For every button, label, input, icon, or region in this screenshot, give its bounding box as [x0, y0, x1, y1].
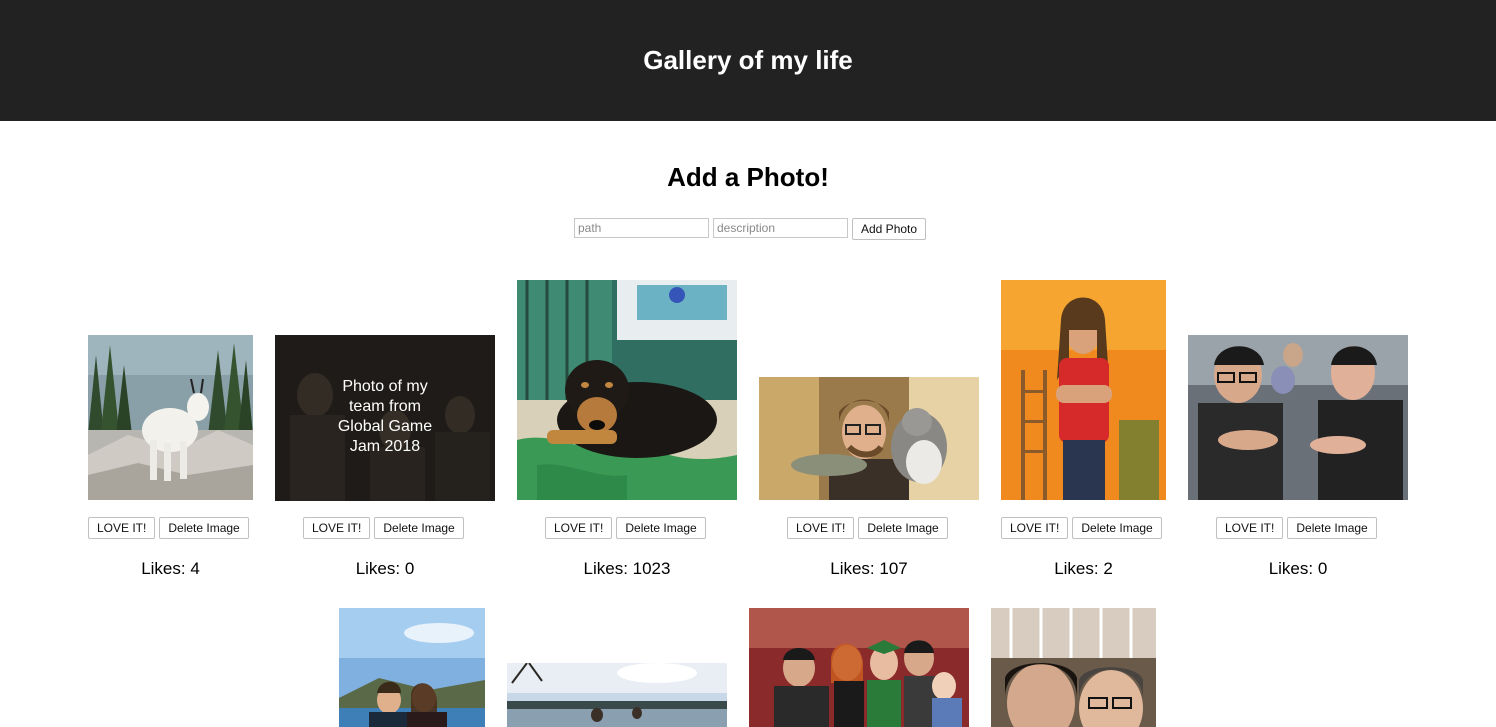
delete-button[interactable]: Delete Image [1287, 517, 1377, 539]
delete-button[interactable]: Delete Image [858, 517, 948, 539]
love-button[interactable]: LOVE IT! [88, 517, 156, 539]
love-button[interactable]: LOVE IT! [787, 517, 855, 539]
couple-lake-image [339, 608, 485, 727]
sunset-lake-image [507, 663, 727, 727]
photo-fish-and-cat [759, 377, 979, 500]
photo-two-men-hats [1188, 335, 1408, 500]
delete-button[interactable]: Delete Image [159, 517, 249, 539]
likes-count: Likes: 2 [1054, 559, 1113, 578]
likes-count: Likes: 0 [355, 559, 415, 578]
description-input[interactable] [713, 218, 848, 238]
photo-sunset-lake [507, 663, 727, 727]
photo-dog [517, 280, 737, 500]
photo-selfie [991, 608, 1156, 727]
path-input[interactable] [574, 218, 709, 238]
love-button[interactable]: LOVE IT! [303, 517, 371, 539]
photo-actions-fish-and-cat: LOVE IT! Delete Image [787, 517, 948, 539]
likes-count: Likes: 0 [1268, 559, 1328, 578]
page-title: Gallery of my life [643, 45, 853, 75]
fish-and-cat-image [759, 377, 979, 500]
love-button[interactable]: LOVE IT! [545, 517, 613, 539]
add-photo-title: Add a Photo! [667, 162, 829, 192]
love-button[interactable]: LOVE IT! [1216, 517, 1284, 539]
photo-actions-man-red-shirt: LOVE IT! Delete Image [1001, 517, 1162, 539]
delete-button[interactable]: Delete Image [374, 517, 464, 539]
photo-team: Photo of my team from Global Game Jam 20… [275, 335, 495, 501]
love-button[interactable]: LOVE IT! [1001, 517, 1069, 539]
photo-man-red-shirt [1001, 280, 1166, 500]
delete-button[interactable]: Delete Image [616, 517, 706, 539]
photo-mountain-goat [88, 335, 253, 500]
man-red-shirt-image [1001, 280, 1166, 500]
two-men-hats-image [1188, 335, 1408, 500]
team-photo-caption: Photo of my team from Global Game Jam 20… [337, 378, 433, 455]
delete-button[interactable]: Delete Image [1072, 517, 1162, 539]
graduation-image [749, 608, 969, 727]
page-header: Gallery of my life [0, 0, 1496, 121]
add-photo-form: Add Photo [574, 218, 927, 240]
likes-count: Likes: 1023 [583, 559, 671, 578]
photo-actions-team: LOVE IT! Delete Image [303, 517, 464, 539]
likes-count: Likes: 107 [830, 559, 908, 578]
photo-actions-two-men-hats: LOVE IT! Delete Image [1216, 517, 1377, 539]
photo-actions-dog: LOVE IT! Delete Image [545, 517, 706, 539]
photo-graduation [749, 608, 969, 727]
mountain-goat-image [88, 335, 253, 500]
add-photo-button[interactable]: Add Photo [852, 218, 927, 240]
selfie-image [991, 608, 1156, 727]
photo-couple-lake [339, 608, 485, 727]
photo-actions-mountain-goat: LOVE IT! Delete Image [88, 517, 249, 539]
likes-count: Likes: 4 [141, 559, 200, 578]
dog-image [517, 280, 737, 500]
